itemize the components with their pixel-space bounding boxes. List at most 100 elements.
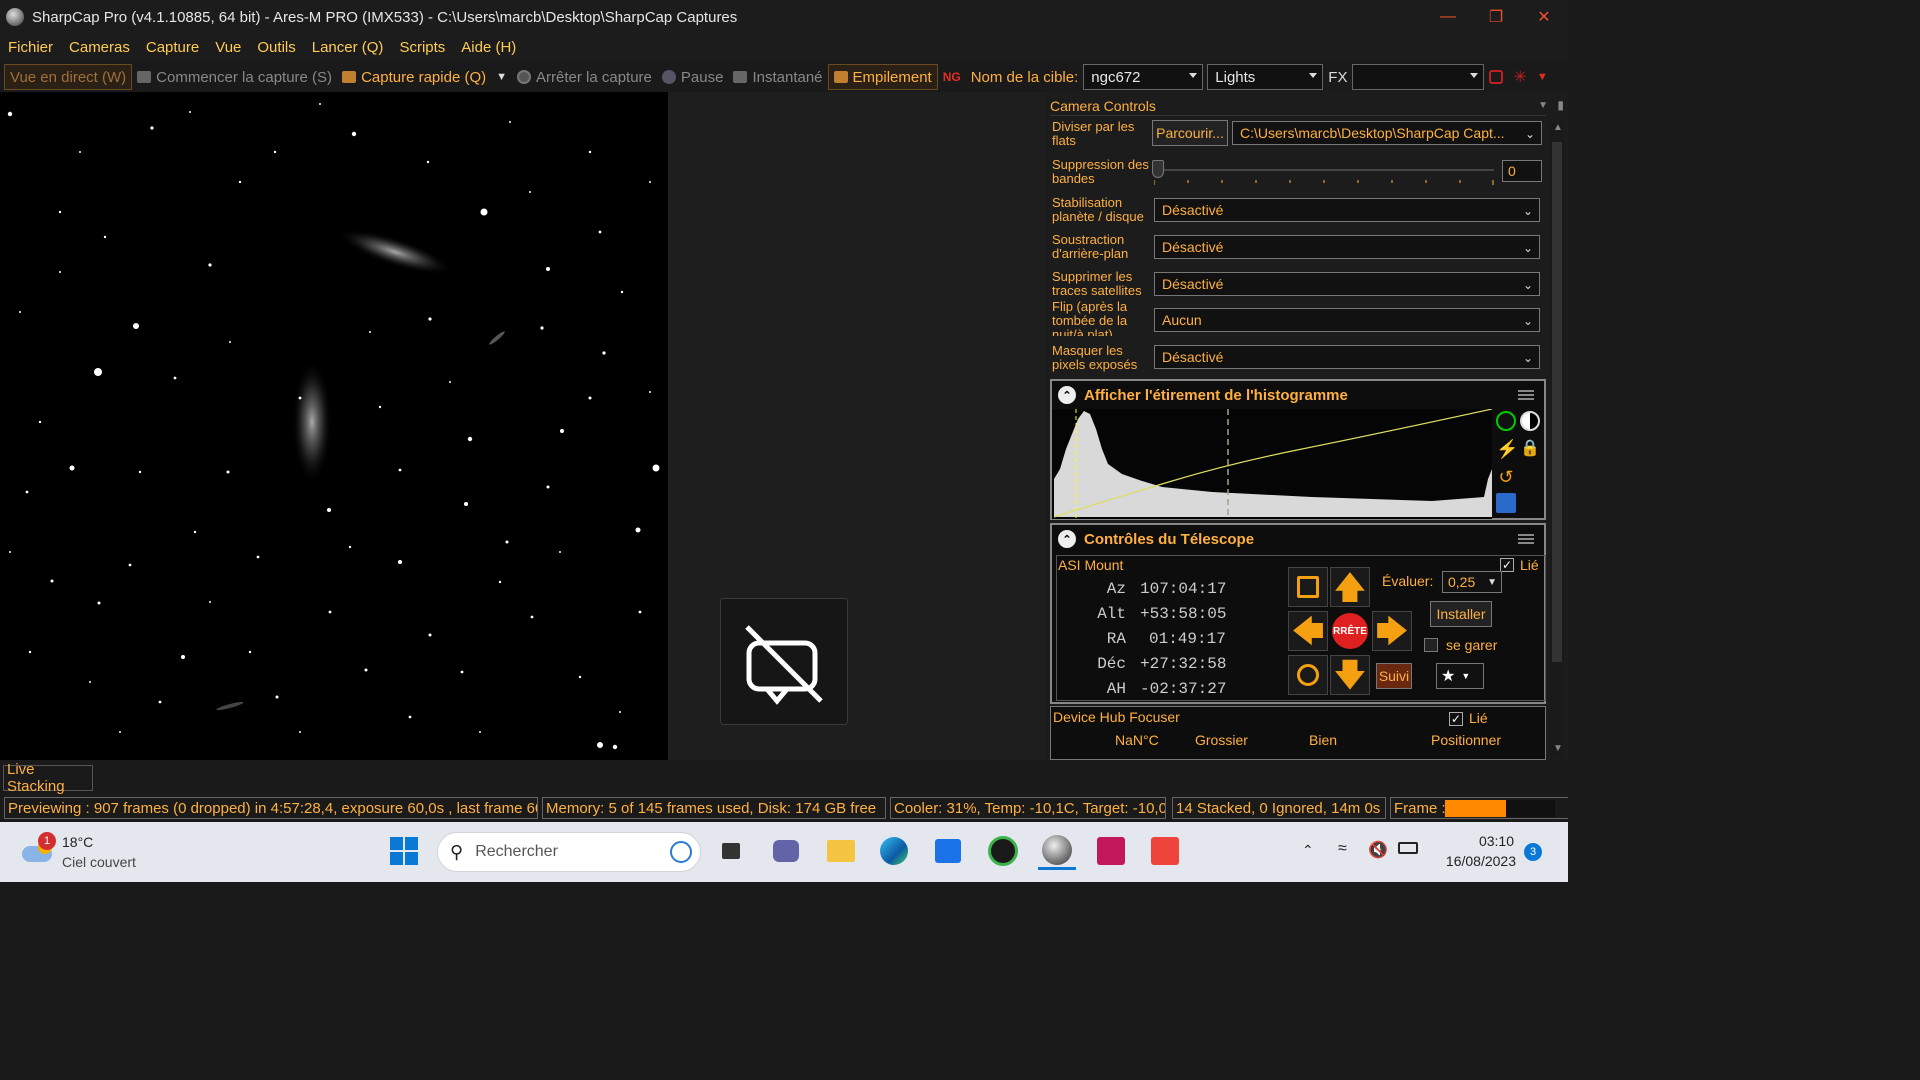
stop-button[interactable]: RRÊTE — [1332, 613, 1368, 649]
contrast-icon[interactable] — [1520, 411, 1540, 431]
astro-app-icon[interactable] — [1092, 832, 1130, 870]
mask-pixels-dropdown[interactable]: Désactivé ⌄ — [1154, 345, 1540, 369]
anydesk-icon[interactable] — [1146, 832, 1184, 870]
scroll-up-icon[interactable]: ▲ — [1553, 122, 1563, 133]
sharpcap-app-icon — [6, 8, 24, 26]
stacking-label: Empilement — [852, 68, 932, 86]
south-arrow-button[interactable]: 🡇 — [1330, 655, 1370, 695]
clock-date[interactable]: 16/08/2023 — [1436, 853, 1516, 869]
hide-overlay-button[interactable] — [720, 598, 848, 725]
reset-icon[interactable]: ↺ — [1496, 467, 1516, 487]
star-dropdown[interactable]: ★ ▼ — [1436, 663, 1484, 689]
stop-capture-button[interactable]: Arrêter la capture — [512, 64, 657, 90]
wifi-icon[interactable]: ≈ — [1338, 840, 1347, 858]
live-stacking-tab[interactable]: Live Stacking — [3, 761, 93, 795]
phd-guiding-icon[interactable] — [984, 832, 1022, 870]
banding-value-input[interactable]: 0 — [1502, 160, 1542, 182]
png-icon[interactable]: NG — [938, 64, 966, 90]
store-icon[interactable] — [929, 832, 967, 870]
pause-button[interactable]: Pause — [657, 64, 729, 90]
start-button[interactable] — [385, 832, 423, 870]
lock-icon[interactable]: 🔒 — [1520, 439, 1540, 459]
panel-scrollbar[interactable]: ▲ ▼ — [1550, 122, 1564, 758]
start-capture-button[interactable]: Commencer la capture (S) — [132, 64, 337, 90]
camera-preview-image[interactable] — [0, 92, 668, 760]
goto-icon[interactable] — [1288, 567, 1328, 607]
north-arrow-button[interactable]: 🡅 — [1330, 567, 1370, 607]
frame-type-combo[interactable]: Lights — [1207, 64, 1324, 90]
stacking-button[interactable]: Empilement — [827, 64, 938, 90]
snapshot-button[interactable]: Instantané — [728, 64, 827, 90]
notification-badge[interactable]: 3 — [1524, 843, 1542, 861]
menu-scripts[interactable]: Scripts — [399, 39, 445, 56]
reticle-icon[interactable]: ✳ — [1508, 64, 1531, 90]
collapse-icon[interactable]: ⌃ — [1058, 530, 1076, 548]
taskbar-search[interactable]: ⚲ Rechercher — [437, 832, 701, 872]
rate-dropdown[interactable]: 0,25 ▼ — [1442, 571, 1502, 593]
menu-outils[interactable]: Outils — [257, 39, 295, 56]
fx-combo[interactable] — [1352, 64, 1485, 90]
task-view-icon[interactable] — [712, 832, 750, 870]
minimize-button[interactable]: — — [1424, 0, 1472, 34]
menu-icon[interactable] — [1518, 390, 1534, 400]
frame-type-value: Lights — [1215, 68, 1256, 86]
clock-time[interactable]: 03:10 — [1462, 833, 1514, 849]
menu-vue[interactable]: Vue — [215, 39, 241, 56]
mount-name: ASI Mount — [1058, 557, 1124, 573]
park-checkbox[interactable] — [1424, 638, 1438, 652]
install-button[interactable]: Installer — [1430, 601, 1492, 627]
bing-icon[interactable] — [670, 841, 692, 863]
live-view-button[interactable]: Vue en direct (W) — [4, 64, 133, 90]
banding-slider-track[interactable] — [1154, 169, 1494, 171]
arrow-up-icon: 🡅 — [1333, 569, 1367, 605]
panel-collapse-chevron-icon[interactable]: ▼ — [1538, 100, 1548, 111]
sharpcap-taskbar-icon[interactable] — [1038, 832, 1076, 870]
histogram-header[interactable]: ⌃ Afficher l'étirement de l'histogramme — [1052, 381, 1544, 409]
track-button[interactable]: Suivi — [1376, 663, 1412, 689]
toolbar-overflow-chevron-icon[interactable]: ▼ — [1532, 64, 1553, 90]
collapse-icon[interactable]: ⌃ — [1058, 386, 1076, 404]
file-explorer-icon[interactable] — [822, 832, 860, 870]
tray-chevron-up-icon[interactable]: ⌃ — [1302, 842, 1314, 859]
ha-label: AH — [1106, 680, 1126, 698]
browse-flats-button[interactable]: Parcourir... — [1152, 120, 1228, 146]
telescope-header[interactable]: ⌃ Contrôles du Télescope — [1052, 525, 1544, 553]
chevron-down-icon[interactable]: ▼ — [496, 71, 507, 83]
focuser-linked-checkbox[interactable]: ✓ — [1449, 712, 1463, 726]
east-arrow-button[interactable]: 🡆 — [1372, 611, 1412, 651]
restore-button[interactable]: ❐ — [1472, 0, 1520, 34]
histogram-chart[interactable] — [1052, 409, 1492, 519]
lightning-icon[interactable]: ⚡ — [1496, 439, 1518, 459]
flats-path-dropdown[interactable]: C:\Users\marcb\Desktop\SharpCap Capt... ⌄ — [1232, 121, 1542, 145]
close-button[interactable]: ✕ — [1520, 0, 1568, 34]
pin-icon[interactable]: ▮ — [1557, 98, 1564, 112]
menu-icon[interactable] — [1518, 534, 1534, 544]
flip-value: Aucun — [1162, 312, 1202, 328]
target-name-value: ngc672 — [1091, 68, 1141, 86]
scroll-down-icon[interactable]: ▼ — [1553, 743, 1563, 754]
ra-label: RA — [1106, 630, 1126, 648]
menu-aide[interactable]: Aide (H) — [461, 39, 516, 56]
flip-dropdown[interactable]: Aucun ⌄ — [1154, 308, 1540, 332]
target-name-combo[interactable]: ngc672 — [1083, 64, 1204, 90]
banding-slider-thumb[interactable] — [1152, 160, 1164, 178]
scrollbar-thumb[interactable] — [1552, 142, 1562, 662]
mount-linked-checkbox[interactable]: ✓ — [1500, 558, 1514, 572]
battery-icon[interactable] — [1398, 842, 1418, 854]
menu-capture[interactable]: Capture — [146, 39, 199, 56]
menu-cameras[interactable]: Cameras — [69, 39, 130, 56]
quick-capture-button[interactable]: Capture rapide (Q) ▼ — [337, 64, 512, 90]
satellite-trails-dropdown[interactable]: Désactivé ⌄ — [1154, 272, 1540, 296]
west-arrow-button[interactable]: 🡄 — [1288, 611, 1328, 651]
teams-chat-icon[interactable] — [767, 832, 805, 870]
menu-lancer[interactable]: Lancer (Q) — [312, 39, 384, 56]
save-icon[interactable] — [1496, 493, 1516, 513]
record-icon[interactable] — [1484, 64, 1508, 90]
background-subtraction-dropdown[interactable]: Désactivé ⌄ — [1154, 235, 1540, 259]
stabilization-dropdown[interactable]: Désactivé ⌄ — [1154, 198, 1540, 222]
edge-browser-icon[interactable] — [875, 832, 913, 870]
target-icon[interactable] — [1288, 655, 1328, 695]
auto-stretch-icon[interactable] — [1496, 411, 1516, 431]
menu-fichier[interactable]: Fichier — [8, 39, 53, 56]
volume-muted-icon[interactable]: 🔇 — [1368, 840, 1388, 860]
